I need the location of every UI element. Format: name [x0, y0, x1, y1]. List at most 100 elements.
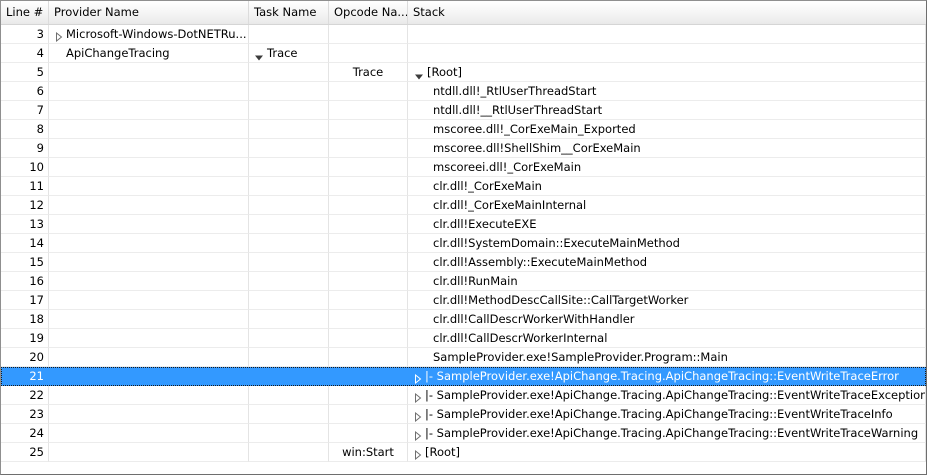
stack-cell: clr.dll!CallDescrWorkerInternal [408, 329, 926, 348]
table-row[interactable]: 8 mscoree.dll!_CorExeMain_Exported [1, 120, 926, 139]
stack-frame: clr.dll!CallDescrWorkerInternal [433, 331, 608, 345]
stack-cell: clr.dll!SystemDomain::ExecuteMainMethod [408, 234, 926, 253]
provider-name-cell [49, 63, 249, 82]
stack-expand-arrow-icon[interactable] [414, 371, 422, 384]
line-number-cell: 18 [1, 310, 49, 329]
stack-cell: mscoreei.dll!_CorExeMain [408, 158, 926, 177]
stack-frame: |- SampleProvider.exe!ApiChange.Tracing.… [425, 369, 899, 383]
table-row[interactable]: 4 ApiChangeTracing Trace [1, 44, 926, 63]
table-row[interactable]: 17 clr.dll!MethodDescCallSite::CallTarget… [1, 291, 926, 310]
stack-cell: clr.dll!_CorExeMainInternal [408, 196, 926, 215]
stack-cell [408, 25, 926, 44]
line-number: 4 [36, 46, 44, 60]
table-row[interactable]: 11 clr.dll!_CorExeMain [1, 177, 926, 196]
table-row[interactable]: 12 clr.dll!_CorExeMainInternal [1, 196, 926, 215]
line-number-cell: 14 [1, 234, 49, 253]
table-header: Line # Provider Name Task Name Opcode Na… [1, 1, 926, 25]
table-row[interactable]: 22 |- SampleProvider.exe!ApiChange.Tracin… [1, 386, 926, 405]
line-number: 22 [29, 388, 44, 402]
line-number: 11 [29, 179, 44, 193]
column-header-opcode-name[interactable]: Opcode Na... [329, 1, 408, 24]
table-row[interactable]: 15 clr.dll!Assembly::ExecuteMainMethod [1, 253, 926, 272]
stack-cell: |- SampleProvider.exe!ApiChange.Tracing.… [408, 405, 926, 424]
column-header-line[interactable]: Line # [1, 1, 49, 24]
stack-frame: mscoree.dll!ShellShim__CorExeMain [433, 141, 641, 155]
stack-frame: clr.dll!Assembly::ExecuteMainMethod [433, 255, 648, 269]
line-number-cell: 19 [1, 329, 49, 348]
line-number-cell: 25 [1, 443, 49, 462]
stack-frame: clr.dll!_CorExeMainInternal [433, 198, 587, 212]
stack-frame: clr.dll!_CorExeMain [433, 179, 542, 193]
line-number-cell: 23 [1, 405, 49, 424]
line-number: 16 [29, 274, 44, 288]
column-header-task-name[interactable]: Task Name [249, 1, 329, 24]
line-number-cell: 12 [1, 196, 49, 215]
stack-collapse-arrow-icon[interactable] [414, 68, 424, 79]
task-name-cell [249, 310, 329, 329]
stack-cell: ntdll.dll!_RtlUserThreadStart [408, 82, 926, 101]
opcode-name-cell: win:Start [329, 443, 408, 462]
line-number: 18 [29, 312, 44, 326]
table-row[interactable]: 24 |- SampleProvider.exe!ApiChange.Tracin… [1, 424, 926, 443]
table-row[interactable]: 7 ntdll.dll!__RtlUserThreadStart [1, 101, 926, 120]
task-collapse-arrow-icon[interactable] [254, 49, 264, 60]
stack-frame: |- SampleProvider.exe!ApiChange.Tracing.… [425, 426, 919, 440]
line-number: 21 [29, 369, 44, 383]
provider-name-cell [49, 443, 249, 462]
table-row[interactable]: 14 clr.dll!SystemDomain::ExecuteMainMetho… [1, 234, 926, 253]
stack-expand-arrow-icon[interactable] [414, 447, 422, 460]
opcode-name-cell [329, 139, 408, 158]
stack-frame: mscoree.dll!_CorExeMain_Exported [433, 122, 636, 136]
opcode-name-cell [329, 215, 408, 234]
stack-expand-arrow-icon[interactable] [414, 428, 422, 441]
opcode-name-cell [329, 101, 408, 120]
opcode-name-cell [329, 291, 408, 310]
stack-cell: [Root] [408, 443, 926, 462]
column-header-stack[interactable]: Stack [408, 1, 926, 24]
table-row[interactable]: 10 mscoreei.dll!_CorExeMain [1, 158, 926, 177]
opcode-name-cell [329, 329, 408, 348]
table-row[interactable]: 18 clr.dll!CallDescrWorkerWithHandler [1, 310, 926, 329]
table-row[interactable]: 16 clr.dll!RunMain [1, 272, 926, 291]
provider-name-cell [49, 329, 249, 348]
stack-cell: mscoree.dll!ShellShim__CorExeMain [408, 139, 926, 158]
opcode-name: Trace [352, 65, 384, 79]
provider-name-cell [49, 424, 249, 443]
table-row[interactable]: 23 |- SampleProvider.exe!ApiChange.Tracin… [1, 405, 926, 424]
column-header-provider-name[interactable]: Provider Name [49, 1, 249, 24]
task-name-cell [249, 215, 329, 234]
line-number: 23 [29, 407, 44, 421]
line-number: 24 [29, 426, 44, 440]
line-number-cell: 17 [1, 291, 49, 310]
line-number: 15 [29, 255, 44, 269]
opcode-name-cell [329, 272, 408, 291]
task-name-cell [249, 196, 329, 215]
table-body: 3 Microsoft-Windows-DotNETRu... 4 ApiChange… [1, 25, 926, 462]
provider-expand-arrow-icon[interactable] [55, 29, 63, 42]
line-number-cell: 5 [1, 63, 49, 82]
table-row[interactable]: 5 Trace [Root] [1, 63, 926, 82]
opcode-name-cell [329, 424, 408, 443]
stack-cell: |- SampleProvider.exe!ApiChange.Tracing.… [408, 386, 926, 405]
table-row[interactable]: 19 clr.dll!CallDescrWorkerInternal [1, 329, 926, 348]
stack-frame: |- SampleProvider.exe!ApiChange.Tracing.… [425, 407, 893, 421]
table-row[interactable]: 20 SampleProvider.exe!SampleProvider.Prog… [1, 348, 926, 367]
task-name-cell [249, 177, 329, 196]
stack-frame: |- SampleProvider.exe!ApiChange.Tracing.… [425, 388, 926, 402]
table-row[interactable]: 13 clr.dll!ExecuteEXE [1, 215, 926, 234]
table-row[interactable]: 6 ntdll.dll!_RtlUserThreadStart [1, 82, 926, 101]
table-row[interactable]: 9 mscoree.dll!ShellShim__CorExeMain [1, 139, 926, 158]
task-name-cell [249, 367, 329, 386]
line-number-cell: 6 [1, 82, 49, 101]
opcode-name-cell [329, 120, 408, 139]
table-row[interactable]: 25 win:Start [Root] [1, 443, 926, 462]
table-row[interactable]: 3 Microsoft-Windows-DotNETRu... [1, 25, 926, 44]
provider-name: Microsoft-Windows-DotNETRu... [66, 27, 247, 41]
stack-cell: clr.dll!RunMain [408, 272, 926, 291]
table-row[interactable]: 21 |- SampleProvider.exe!ApiChange.Tracin… [1, 367, 926, 386]
stack-expand-arrow-icon[interactable] [414, 409, 422, 422]
task-name-cell [249, 443, 329, 462]
provider-name-cell [49, 215, 249, 234]
line-number-cell: 20 [1, 348, 49, 367]
stack-expand-arrow-icon[interactable] [414, 390, 422, 403]
